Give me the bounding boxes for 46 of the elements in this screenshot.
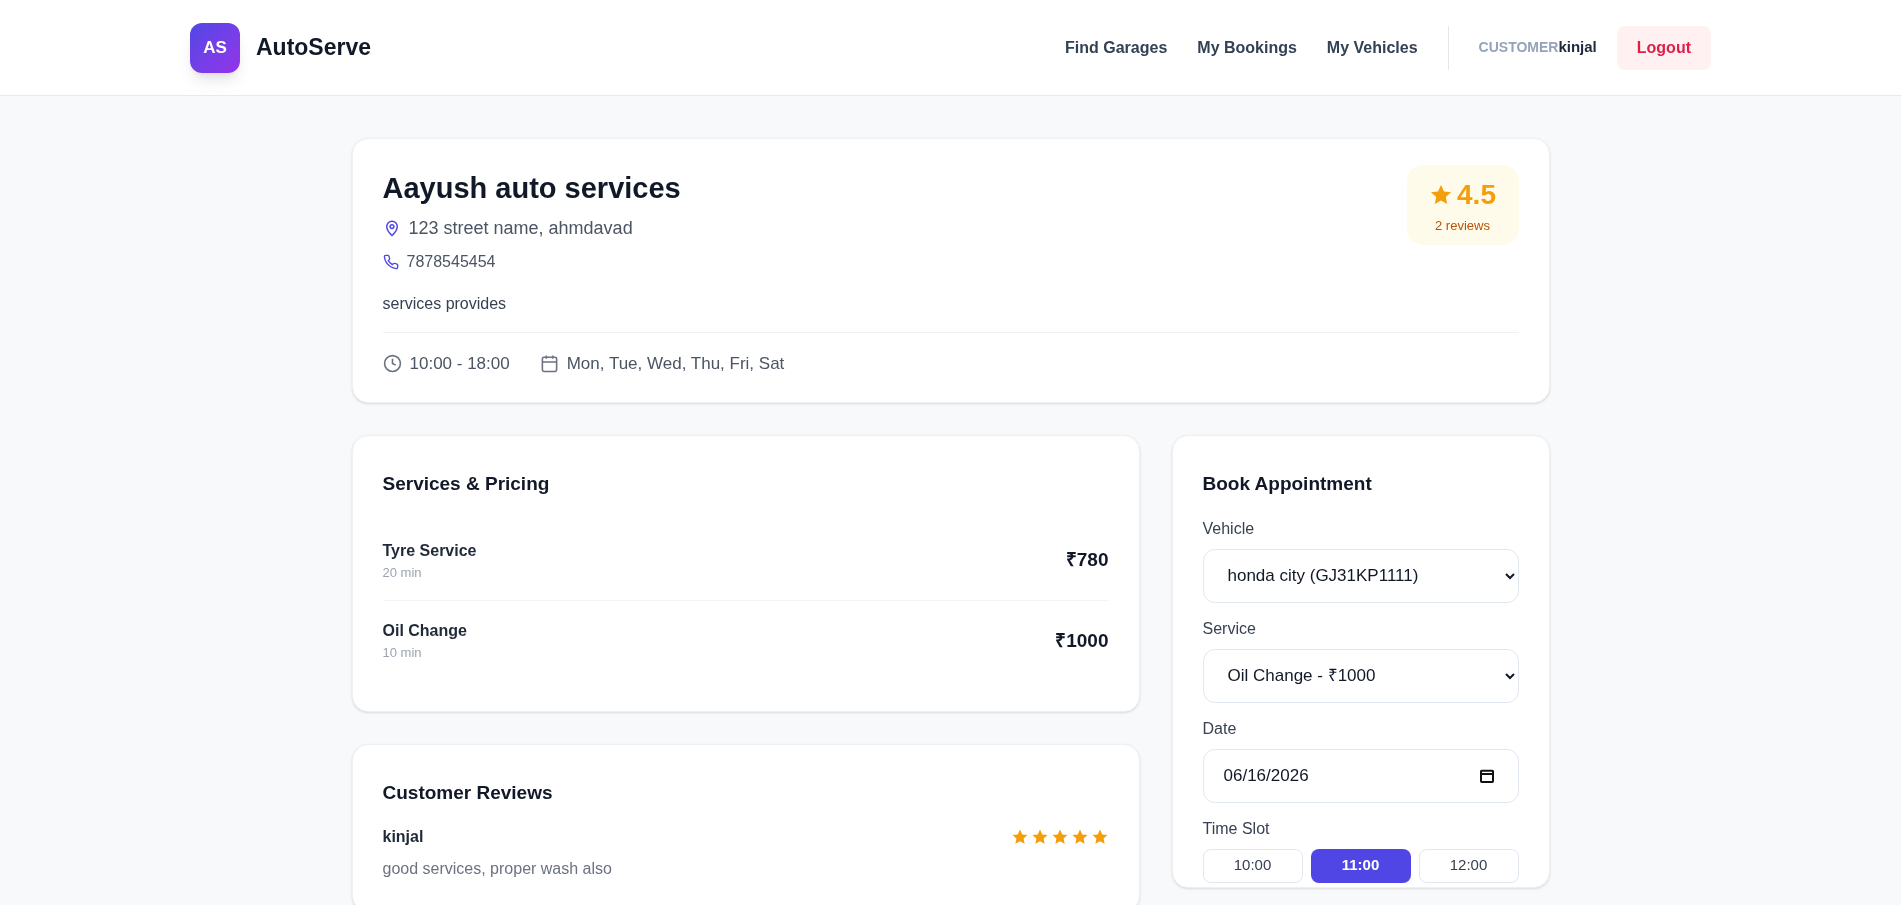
- time-slot-button[interactable]: 12:00: [1418, 848, 1519, 883]
- vehicle-select[interactable]: honda city (GJ31KP1111): [1202, 548, 1519, 603]
- nav-link[interactable]: Find Garages: [1065, 35, 1168, 60]
- garage-address: 123 street name, ahmdavad: [408, 216, 633, 240]
- time-slot-button[interactable]: 10:00: [1202, 848, 1303, 883]
- star-icon: [1010, 828, 1029, 846]
- section-title: Customer Reviews: [382, 780, 554, 805]
- garage-phone: 7878545454: [406, 251, 496, 272]
- nav-link[interactable]: My Vehicles: [1326, 35, 1418, 60]
- star-icon: [1030, 828, 1049, 846]
- role-label: CUSTOMER: [1478, 38, 1559, 57]
- review-count: 2 reviews: [1435, 217, 1490, 236]
- service-duration: 10 min: [382, 644, 423, 662]
- service-select[interactable]: Oil Change - ₹1000: [1202, 648, 1519, 703]
- service-name: Tyre Service: [382, 540, 477, 561]
- garage-name: Aayush auto services: [382, 171, 681, 206]
- phone-icon: [382, 253, 399, 270]
- nav-link[interactable]: My Bookings: [1197, 35, 1297, 60]
- garage-description: services provides: [382, 293, 508, 314]
- calendar-icon[interactable]: [1478, 767, 1495, 784]
- clock-icon: [382, 353, 402, 373]
- calendar-icon: [539, 353, 559, 373]
- section-title: Services & Pricing: [382, 472, 551, 496]
- service-price: ₹1000: [1055, 628, 1109, 653]
- review-text: good services, proper wash also: [382, 859, 613, 879]
- logout-button[interactable]: Logout: [1616, 25, 1711, 70]
- service-duration: 20 min: [382, 563, 423, 582]
- time-slot-button[interactable]: 11:00: [1310, 848, 1411, 883]
- rating-value: 4.5: [1457, 178, 1496, 213]
- star-icon: [1050, 828, 1069, 846]
- reviewer-name: kinjal: [382, 827, 424, 847]
- field-label: Date: [1202, 718, 1238, 739]
- logo-badge: AS: [190, 22, 240, 73]
- service-price: ₹780: [1065, 548, 1109, 572]
- field-label: Time Slot: [1202, 818, 1271, 839]
- service-name: Oil Change: [382, 621, 467, 641]
- working-days: Mon, Tue, Wed, Thu, Fri, Sat: [566, 350, 785, 376]
- username: kinjal: [1558, 37, 1597, 58]
- field-label: Vehicle: [1202, 518, 1256, 539]
- section-title: Book Appointment: [1202, 472, 1373, 496]
- field-label: Service: [1202, 618, 1257, 639]
- star-icon: [1070, 828, 1089, 846]
- date-field[interactable]: 06/16/2026: [1202, 748, 1519, 803]
- star-icon: [1090, 828, 1109, 846]
- brand-name: AutoServe: [256, 33, 372, 63]
- opening-hours: 10:00 - 18:00: [409, 352, 510, 375]
